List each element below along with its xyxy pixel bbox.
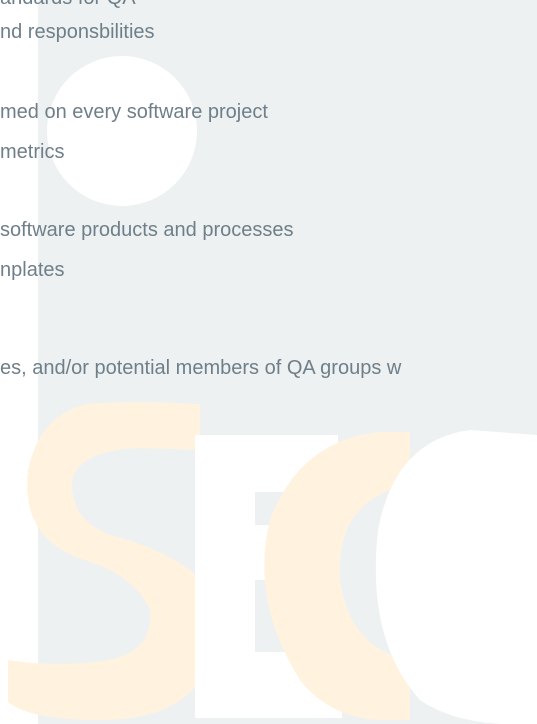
- text-line-7: es, and/or potential members of QA group…: [0, 357, 402, 379]
- text-line-5: software products and processes: [0, 219, 294, 241]
- slide: andards for QA nd responsbilities med on…: [0, 0, 537, 724]
- text-line-1: andards for QA: [0, 0, 136, 10]
- text-line-2: nd responsbilities: [0, 21, 155, 43]
- logo-letter-s: [8, 402, 215, 720]
- text-line-4: metrics: [0, 141, 65, 163]
- text-line-6: nplates: [0, 259, 65, 281]
- text-line-3: med on every software project: [0, 101, 268, 123]
